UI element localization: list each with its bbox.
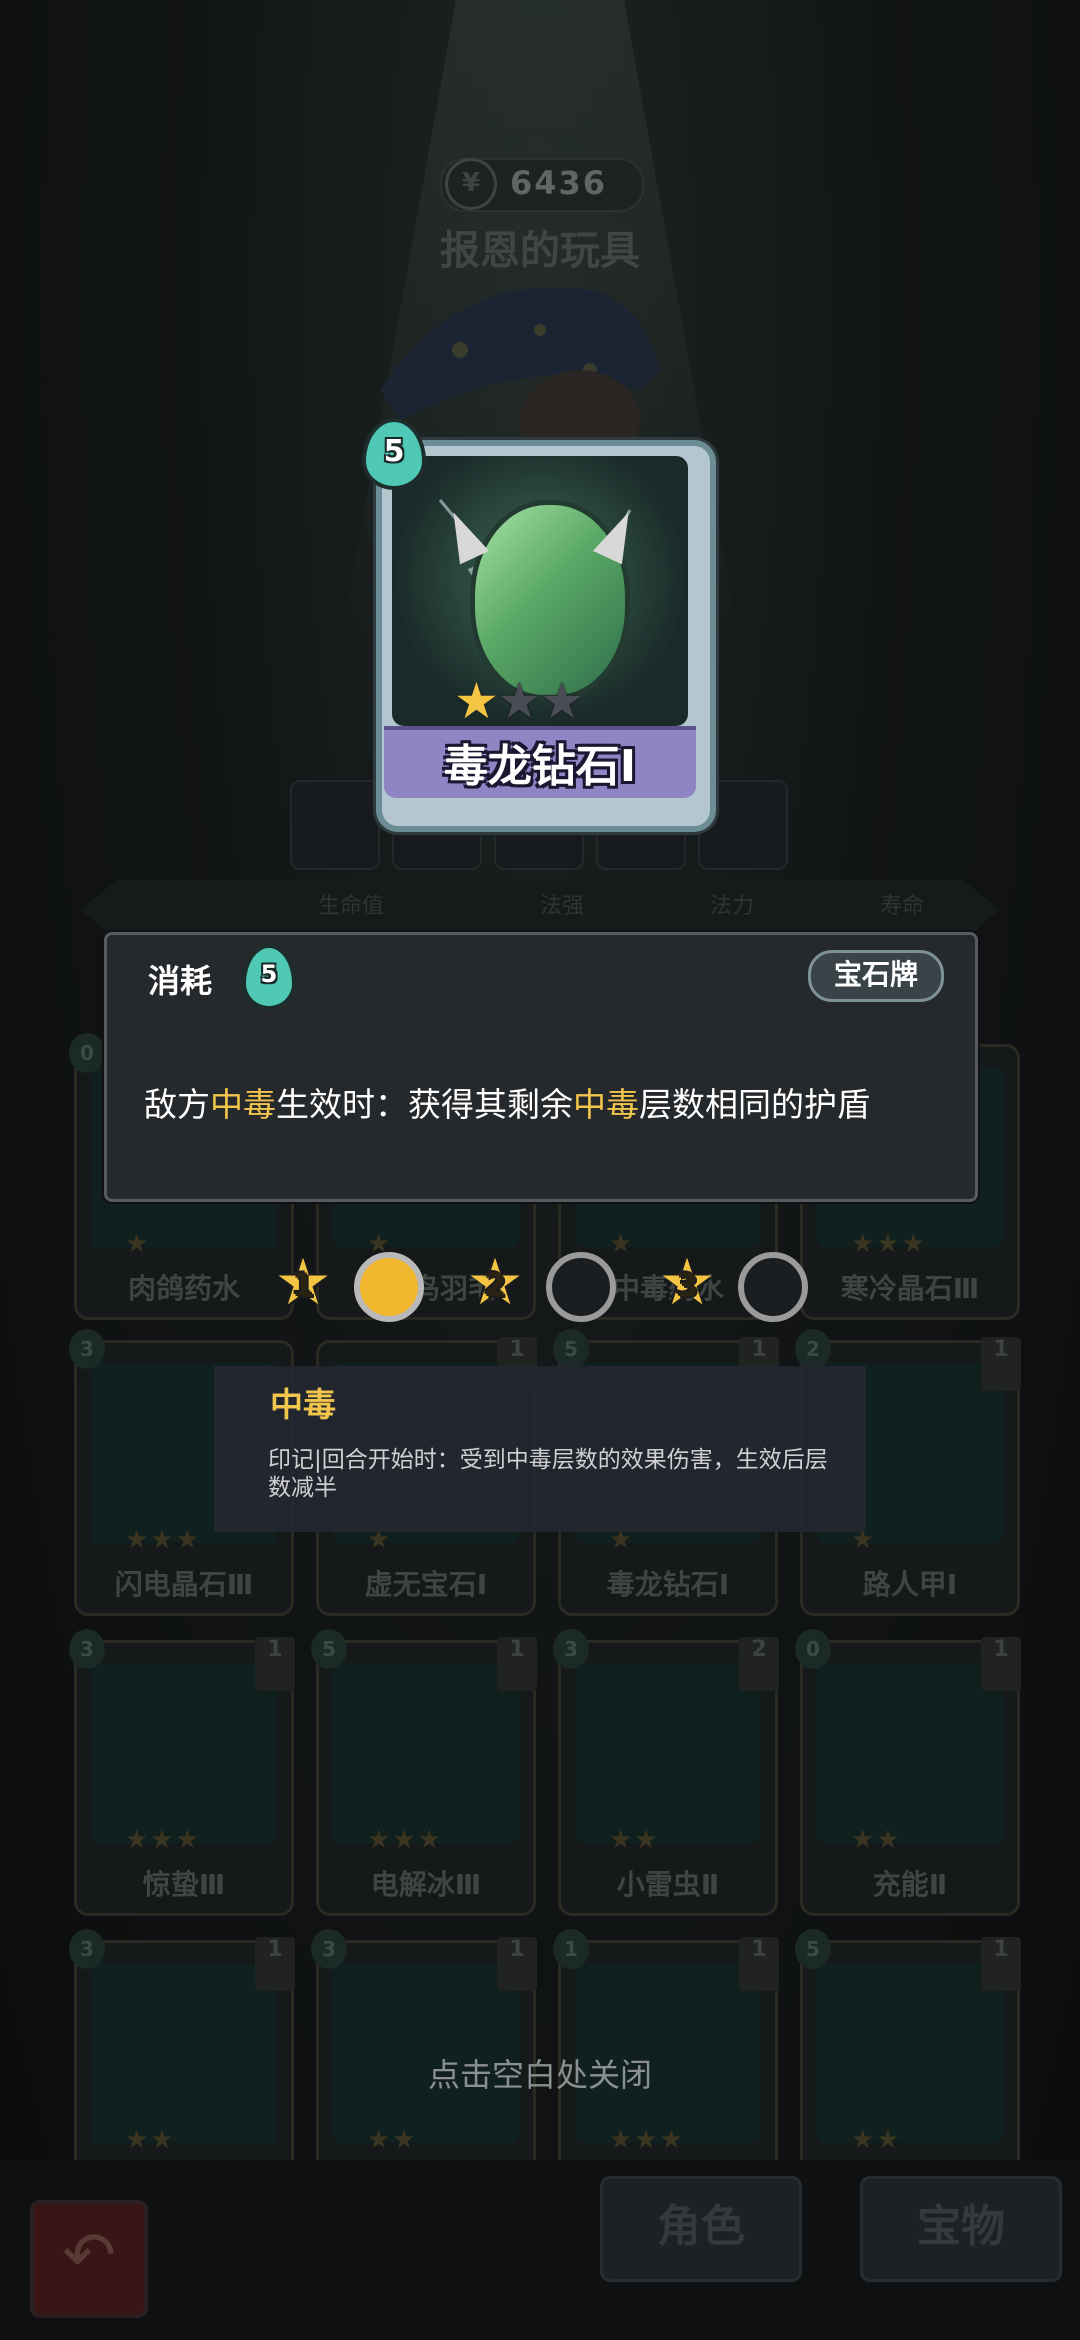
desc-text: 生效时：获得其剩余 xyxy=(276,1085,573,1124)
card-item[interactable]: ★★ 小雷虫Ⅱ 3 2 xyxy=(553,1629,779,1916)
card-cost: 3 xyxy=(69,1329,105,1369)
energy-drop-icon: 5 xyxy=(362,418,426,490)
level-node[interactable] xyxy=(546,1252,616,1322)
card-stars: ★★ xyxy=(851,1825,902,1855)
card-item[interactable]: ★★★ 电解冰Ⅲ 5 1 xyxy=(311,1629,537,1916)
card-stars: ★★ xyxy=(367,2125,418,2155)
level-star-icon: ★ 2 xyxy=(462,1250,528,1316)
card-description: 敌方中毒生效时：获得其剩余中毒层数相同的护盾 xyxy=(144,1078,870,1126)
card-name: 小雷虫Ⅱ xyxy=(616,1868,720,1901)
back-arrow-icon: ↶ xyxy=(62,2219,116,2293)
card-item[interactable]: ★★ 充能Ⅱ 0 1 xyxy=(795,1629,1021,1916)
tooltip-title: 中毒 xyxy=(270,1385,336,1424)
card-level: 2 xyxy=(739,1637,779,1691)
card-art xyxy=(817,1663,1003,1843)
card-stars: ★★★ xyxy=(367,1825,443,1855)
keyword-poison[interactable]: 中毒 xyxy=(210,1085,276,1124)
star-empty-icon: ★ xyxy=(539,672,585,730)
card-stars: ★★ xyxy=(125,2125,176,2155)
card-stars: ★★★ xyxy=(609,2125,685,2155)
tooltip-text: 印记|回合开始时：受到中毒层数的效果伤害，生效后层数减半 xyxy=(268,1447,828,1501)
card-name: 肉鸽药水 xyxy=(127,1272,240,1305)
card-stars: ★★ xyxy=(609,1825,660,1855)
card-cost: 5 xyxy=(795,1929,831,1969)
card-cost: 0 xyxy=(795,1629,831,1669)
card-art xyxy=(575,1663,761,1843)
card-item[interactable]: ★★★ 惊蛰Ⅲ 3 1 xyxy=(69,1629,295,1916)
card-name: 毒龙钻石Ⅰ xyxy=(606,1568,730,1601)
card-cost: 1 xyxy=(553,1929,589,1969)
desc-text: 层数相同的护盾 xyxy=(639,1085,870,1124)
card-stars: ★★★ xyxy=(454,672,585,730)
tab-role[interactable]: 角色 xyxy=(600,2176,802,2282)
card-cost: 3 xyxy=(311,1929,347,1969)
card-name: 路人甲Ⅰ xyxy=(862,1568,958,1601)
card-level: 1 xyxy=(981,1637,1021,1691)
card-art xyxy=(91,1663,277,1843)
cost-badge: 5 xyxy=(242,944,296,1010)
card-level: 1 xyxy=(739,1937,779,1991)
card-stars: ★★★ xyxy=(125,1825,201,1855)
stat-label-life: 寿命 xyxy=(880,894,925,919)
level-number: 2 xyxy=(483,1266,507,1304)
keyword-poison[interactable]: 中毒 xyxy=(573,1085,639,1124)
card-level: 1 xyxy=(255,1637,295,1691)
card-stars: ★★★ xyxy=(851,1229,927,1259)
level-star-icon: ★ 3 xyxy=(654,1250,720,1316)
card-type-tag: 宝石牌 xyxy=(808,950,944,1002)
star-icon: ★ xyxy=(454,672,499,730)
coin-icon: ¥ xyxy=(445,158,497,210)
stat-label-power: 法强 xyxy=(540,894,585,919)
card-name: 寒冷晶石Ⅲ xyxy=(840,1272,980,1305)
card-name: 充能Ⅱ xyxy=(872,1868,948,1901)
card-cost-value: 5 xyxy=(383,434,405,469)
card-level: 1 xyxy=(981,1937,1021,1991)
card-name: 虚无宝石Ⅰ xyxy=(364,1568,488,1601)
card-cost: 5 xyxy=(311,1629,347,1669)
card-cost: 2 xyxy=(795,1329,831,1369)
card-cost: 3 xyxy=(553,1629,589,1669)
card-cost: 5 xyxy=(553,1329,589,1369)
card-level: 1 xyxy=(497,1637,537,1691)
level-number: 3 xyxy=(675,1266,699,1304)
stat-label-hp: 生命值 xyxy=(318,894,385,919)
upgrade-track: ★ 1 ★ 2 ★ 3 xyxy=(270,1250,830,1322)
energy-drop-icon: 5 xyxy=(242,944,296,1010)
gold-value: 6436 xyxy=(510,164,608,202)
card-name: 电解冰Ⅲ xyxy=(370,1868,482,1901)
card-cost: 0 xyxy=(69,1033,105,1073)
star-empty-icon: ★ xyxy=(496,672,542,730)
card-stars: ★★ xyxy=(851,2125,902,2155)
back-button[interactable]: ↶ xyxy=(30,2200,148,2318)
featured-card-name: 毒龙钻石Ⅰ xyxy=(443,741,637,792)
card-name: 闪电晶石Ⅲ xyxy=(114,1568,254,1601)
level-number: 1 xyxy=(291,1266,315,1304)
card-stars: ★★★ xyxy=(125,1525,201,1555)
card-stars: ★ xyxy=(125,1229,151,1259)
card-cost: 3 xyxy=(69,1929,105,1969)
cost-label: 消耗 xyxy=(148,962,213,1000)
card-name: 惊蛰Ⅲ xyxy=(142,1868,226,1901)
level-node-active[interactable] xyxy=(354,1252,424,1322)
card-level: 1 xyxy=(255,1937,295,1991)
tab-treasure[interactable]: 宝物 xyxy=(860,2176,1062,2282)
card-level: 1 xyxy=(497,1937,537,1991)
close-hint: 点击空白处关闭 xyxy=(427,2056,652,2094)
card-level: 1 xyxy=(981,1337,1021,1391)
stat-label-mana: 法力 xyxy=(710,894,755,919)
level-node[interactable] xyxy=(738,1252,808,1322)
desc-text: 敌方 xyxy=(144,1085,210,1124)
slot-icon xyxy=(290,780,380,870)
cost-value: 5 xyxy=(260,960,278,988)
level-star-icon: ★ 1 xyxy=(270,1250,336,1316)
card-art xyxy=(333,1663,519,1843)
card-cost: 5 xyxy=(362,418,426,490)
card-cost: 3 xyxy=(69,1629,105,1669)
